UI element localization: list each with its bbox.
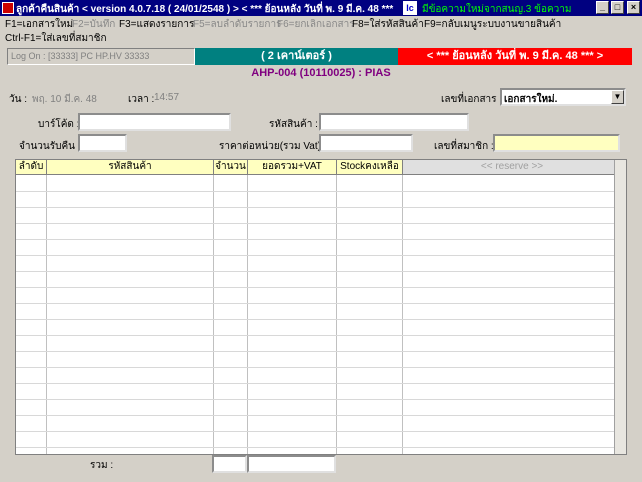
table-row [16,319,626,320]
unit-price-input[interactable] [319,134,413,152]
col-header-stock[interactable]: Stockคงเหลือ [337,160,403,175]
product-code-input[interactable] [319,113,469,131]
menu-enter-product[interactable]: F8=ใส่รหัสสินค้า [352,17,424,32]
column-divider [213,175,214,454]
column-divider [336,175,337,454]
total-label: รวม : [90,460,114,471]
table-row [16,431,626,432]
table-row [16,399,626,400]
column-divider [247,175,248,454]
docno-select[interactable]: เอกสารใหม่. ▼ [500,88,626,106]
table-row [16,335,626,336]
maximize-button[interactable]: □ [611,1,624,14]
table-row [16,367,626,368]
docno-value: เอกสารใหม่. [504,94,558,105]
menu-save[interactable]: F2=บันทึก [72,17,115,32]
date-value: พฤ. 10 มี.ค. 48 [32,94,97,105]
table-row [16,287,626,288]
counter-label: ( 2 เคาน์เตอร์ ) [195,48,398,65]
column-divider [46,175,47,454]
table-row [16,415,626,416]
col-header-product-code[interactable]: รหัสสินค้า [47,160,214,175]
member-label: เลขที่สมาชิก : [434,141,494,152]
unit-price-label: ราคาต่อหน่วย(รวม Vat) : [219,141,327,152]
table-row [16,271,626,272]
menu-back-to-sales[interactable]: F9=กลับเมนูระบบงานขายสินค้า [424,17,561,32]
minimize-button[interactable]: _ [596,1,609,14]
ic-app-icon[interactable]: Ic [403,1,417,15]
product-code-label: รหัสสินค้า : [269,119,318,130]
branch-info: AHP-004 (10110025) : PIAS [251,67,391,79]
date-label: วัน : [9,94,28,105]
col-header-total-vat[interactable]: ยอดรวม+VAT [248,160,337,175]
total-qty-field [212,455,247,473]
backdate-banner: < *** ย้อนหลัง วันที่ พ. 9 มี.ค. 48 *** … [398,48,632,65]
window-title: ลูกค้าคืนสินค้า < version 4.0.7.18 ( 24/… [16,4,394,15]
table-row [16,383,626,384]
menu-show-list[interactable]: F3=แสดงรายการ [119,17,194,32]
chevron-down-icon[interactable]: ▼ [611,90,624,104]
table-row [16,239,626,240]
menu-enter-member[interactable]: Ctrl-F1=ใส่เลขที่สมาชิก [5,31,107,46]
table-row [16,191,626,192]
menu-delete-item[interactable]: F5=ลบลำดับรายการ [193,17,281,32]
items-grid[interactable]: ลำดับ รหัสสินค้า จำนวน ยอดรวม+VAT Stockค… [15,159,627,455]
qty-return-label: จำนวนรับคืน : [19,141,81,152]
new-message-notice[interactable]: มีข้อความใหม่จากสนญ.3 ข้อความ [422,2,571,17]
app-icon [2,2,14,14]
time-label: เวลา : [128,94,155,105]
menu-cancel-doc[interactable]: F6=ยกเลิกเอกสาร [277,17,355,32]
table-row [16,351,626,352]
barcode-input[interactable] [78,113,231,131]
table-row [16,207,626,208]
docno-label: เลขที่เอกสาร : [441,94,503,105]
total-amount-field [247,455,336,473]
column-divider [402,175,403,454]
table-row [16,303,626,304]
table-row [16,223,626,224]
table-row [16,447,626,448]
table-row [16,255,626,256]
col-header-qty[interactable]: จำนวน [214,160,248,175]
barcode-label: บาร์โค้ด : [38,119,80,130]
col-header-seq[interactable]: ลำดับ [16,160,47,175]
logon-info: Log On : [33333] PC HP.HV 33333 [7,48,195,65]
member-input[interactable] [493,134,620,152]
close-button[interactable]: × [627,1,640,14]
title-bar: ลูกค้าคืนสินค้า < version 4.0.7.18 ( 24/… [0,0,642,16]
time-value: 14:57 [154,92,180,103]
qty-return-input[interactable] [78,134,127,152]
grid-scrollbar[interactable] [614,160,626,454]
menu-new-doc[interactable]: F1=เอกสารใหม่ [5,17,73,32]
col-header-reserve[interactable]: << reserve >> [403,160,622,175]
